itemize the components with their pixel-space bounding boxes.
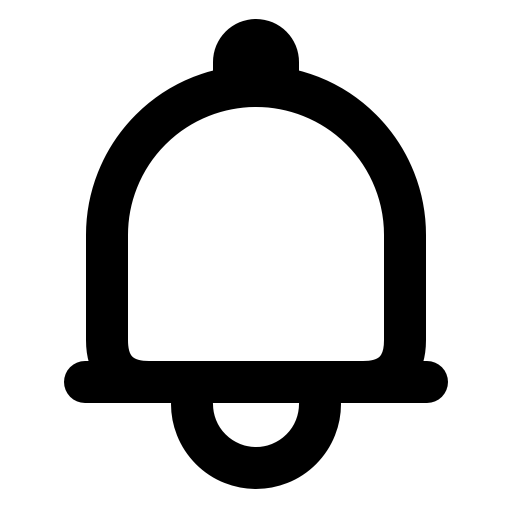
bell-clapper	[171, 383, 341, 489]
bell-body-outline	[86, 65, 426, 403]
icon-canvas	[0, 0, 512, 512]
bell-top-knob	[213, 19, 299, 78]
bell-icon	[64, 19, 448, 489]
